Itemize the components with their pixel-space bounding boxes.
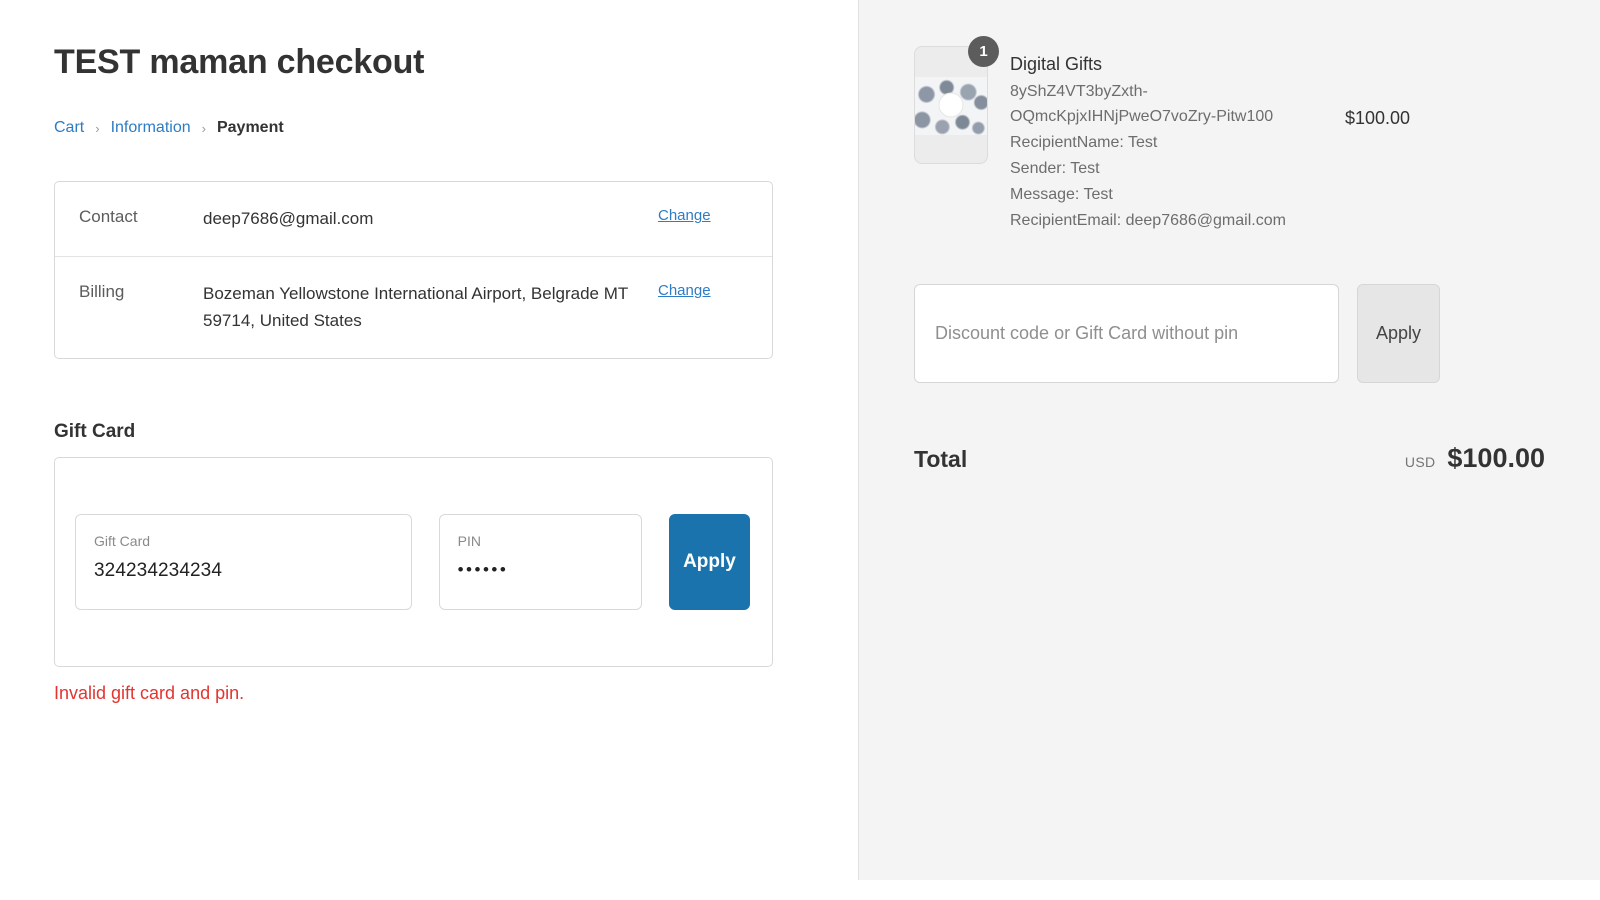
product-title: Digital Gifts	[1010, 54, 1103, 74]
chevron-right-icon: ›	[201, 120, 206, 136]
page-title: TEST maman checkout	[54, 43, 425, 81]
billing-value: Bozeman Yellowstone International Airpor…	[203, 283, 628, 331]
product-thumbnail-wrapper: 1	[914, 36, 999, 164]
gift-card-apply-button[interactable]: Apply	[668, 513, 751, 610]
gift-card-heading: Gift Card	[54, 420, 136, 442]
product-property-sender: Sender: Test	[1010, 159, 1100, 177]
total-amount-wrapper: USD $100.00	[1405, 443, 1545, 474]
total-label: Total	[914, 445, 968, 472]
total-currency: USD	[1404, 453, 1436, 470]
line-item-details: Digital Gifts 8yShZ4VT3byZxth-OQmcKpjxIH…	[1010, 46, 1345, 234]
breadcrumb-item-payment: Payment	[216, 119, 284, 137]
review-row-billing: Billing Bozeman Yellowstone Internationa…	[55, 255, 772, 358]
product-property-recipient-name: RecipientName: Test	[1010, 133, 1158, 151]
gift-card-number-label: Gift Card	[94, 532, 151, 549]
billing-label: Billing	[79, 281, 125, 301]
gift-card-section: Gift Card Gift Card 324234234234 PIN •••…	[54, 421, 858, 704]
breadcrumb-item-information[interactable]: Information	[111, 119, 191, 137]
product-property-recipient-email: RecipientEmail: deep7686@gmail.com	[1010, 211, 1286, 229]
discount-code-input[interactable]	[914, 283, 1339, 383]
order-summary-panel: 1 Digital Gifts 8yShZ4VT3byZxth-OQmcKpjx…	[858, 0, 1600, 880]
breadcrumb: Cart › Information › Payment	[54, 119, 858, 137]
product-property-message: Message: Test	[1010, 185, 1113, 203]
order-total-row: Total USD $100.00	[914, 443, 1545, 474]
breadcrumb-item-cart[interactable]: Cart	[54, 119, 84, 137]
order-review-card: Contact deep7686@gmail.com Change Billin…	[54, 181, 773, 359]
quantity-badge: 1	[968, 36, 999, 67]
line-item-price: $100.00	[1345, 108, 1411, 128]
gift-card-form: Gift Card 324234234234 PIN •••••• Apply	[54, 456, 773, 667]
checkout-main-column: TEST maman checkout Cart › Information ›…	[0, 0, 858, 900]
gift-card-number-field[interactable]: Gift Card 324234234234	[75, 513, 412, 610]
contact-label: Contact	[79, 207, 138, 227]
product-variant-code: 8yShZ4VT3byZxth-OQmcKpjxIHNjPweO7voZry-P…	[1010, 83, 1274, 126]
gift-card-pin-field[interactable]: PIN ••••••	[438, 513, 642, 610]
change-contact-link[interactable]: Change	[658, 205, 711, 224]
checkout-page: TEST maman checkout Cart › Information ›…	[0, 0, 1600, 900]
total-amount: $100.00	[1447, 442, 1545, 473]
chevron-right-icon: ›	[95, 120, 100, 136]
discount-apply-button[interactable]: Apply	[1357, 283, 1440, 383]
order-line-item: 1 Digital Gifts 8yShZ4VT3byZxth-OQmcKpjx…	[914, 36, 1545, 234]
gift-card-number-value: 324234234234	[94, 559, 223, 581]
discount-row: Apply	[914, 283, 1545, 383]
gift-card-pin-value: ••••••	[457, 559, 509, 579]
change-billing-link[interactable]: Change	[658, 280, 711, 299]
gift-card-pin-label: PIN	[457, 532, 481, 549]
contact-value: deep7686@gmail.com	[203, 209, 374, 229]
product-logo-icon	[938, 92, 964, 118]
review-row-contact: Contact deep7686@gmail.com Change	[55, 182, 772, 256]
gift-card-error-message: Invalid gift card and pin.	[54, 682, 245, 703]
